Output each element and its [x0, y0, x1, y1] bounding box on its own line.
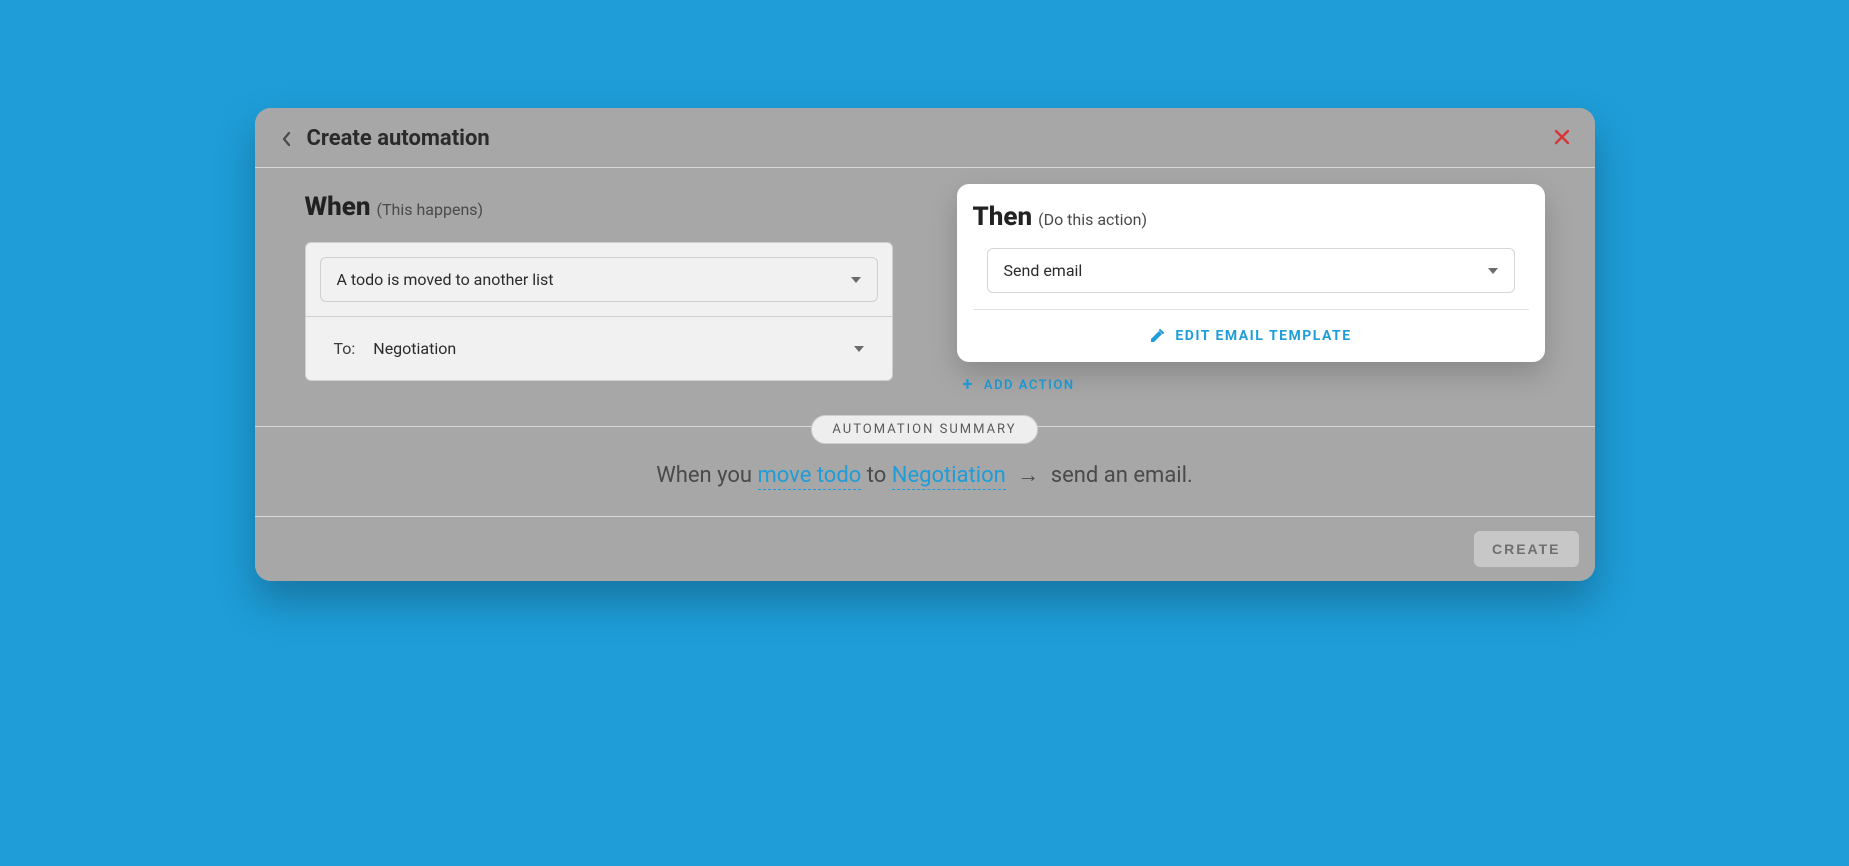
then-subtitle: (Do this action) — [1038, 210, 1147, 229]
to-value: Negotiation — [373, 339, 456, 358]
summary-link-move[interactable]: move todo — [758, 463, 862, 490]
trigger-value: A todo is moved to another list — [337, 270, 554, 289]
to-row: To: Negotiation — [306, 316, 892, 380]
summary-mid: to — [867, 463, 892, 488]
add-action-label: ADD ACTION — [984, 378, 1075, 393]
to-label: To: — [334, 339, 356, 358]
back-button[interactable] — [277, 129, 297, 149]
caret-down-icon — [851, 277, 861, 283]
caret-down-icon — [1488, 268, 1498, 274]
modal-header: Create automation — [255, 108, 1595, 168]
then-column: Then (Do this action) Send email EDIT EM… — [957, 192, 1545, 394]
modal-title: Create automation — [307, 126, 490, 151]
close-button[interactable] — [1551, 126, 1573, 148]
when-subtitle: (This happens) — [377, 200, 484, 219]
when-column: When (This happens) A todo is moved to a… — [305, 192, 893, 394]
action-dropdown-wrap: Send email — [987, 248, 1515, 293]
edit-label: EDIT EMAIL TEMPLATE — [1175, 328, 1351, 344]
summary-text: When you move todo to Negotiation → send… — [255, 462, 1595, 516]
summary-link-target[interactable]: Negotiation — [892, 463, 1006, 490]
modal-footer: CREATE — [255, 516, 1595, 581]
add-action-button[interactable]: + ADD ACTION — [957, 376, 1545, 394]
then-title-row: Then (Do this action) — [973, 202, 1529, 232]
summary-area: AUTOMATION SUMMARY When you move todo to… — [255, 426, 1595, 516]
modal-body: When (This happens) A todo is moved to a… — [255, 168, 1595, 426]
create-automation-modal: Create automation When (This happens) A … — [255, 108, 1595, 581]
pencil-icon — [1149, 328, 1165, 344]
plus-icon: + — [963, 376, 974, 394]
action-dropdown[interactable]: Send email — [988, 249, 1514, 292]
arrow-icon: → — [1017, 463, 1039, 488]
when-title: When — [305, 192, 371, 222]
edit-email-template-button[interactable]: EDIT EMAIL TEMPLATE — [973, 309, 1529, 362]
summary-pill: AUTOMATION SUMMARY — [811, 415, 1037, 444]
when-panel: A todo is moved to another list To: Nego… — [305, 242, 893, 381]
create-button[interactable]: CREATE — [1474, 531, 1579, 567]
action-value: Send email — [1004, 261, 1083, 280]
summary-prefix: When you — [656, 463, 757, 488]
then-title: Then — [973, 202, 1033, 232]
then-card: Then (Do this action) Send email EDIT EM… — [957, 184, 1545, 362]
to-dropdown[interactable]: Negotiation — [373, 339, 863, 358]
trigger-dropdown[interactable]: A todo is moved to another list — [320, 257, 878, 302]
when-title-row: When (This happens) — [305, 192, 893, 222]
caret-down-icon — [854, 346, 864, 352]
summary-suffix: send an email. — [1051, 463, 1193, 488]
